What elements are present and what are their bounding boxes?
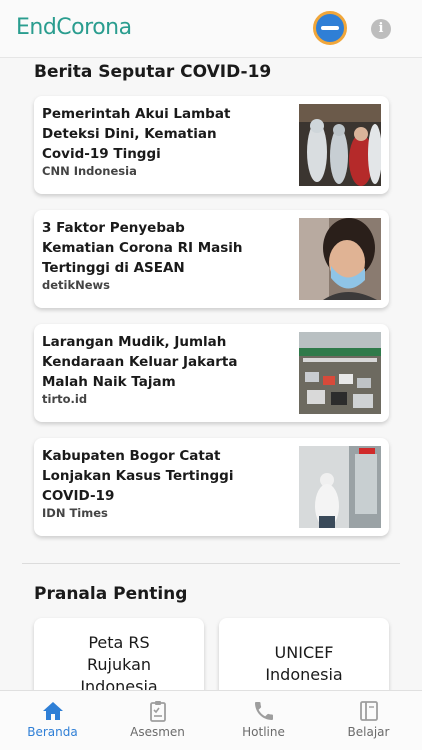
news-source: CNN Indonesia [42,164,137,178]
news-card[interactable]: Larangan Mudik, Jumlah Kendaraan Keluar … [34,324,389,422]
news-thumbnail [299,104,381,186]
phone-icon [254,702,273,720]
nav-item-hotline[interactable]: Hotline [211,691,316,750]
news-source: detikNews [42,278,111,292]
book-icon [359,701,378,721]
news-thumbnail [299,446,381,528]
news-title: 3 Faktor Penyebab Kematian Corona RI Mas… [42,220,243,276]
news-title: Pemerintah Akui Lambat Deteksi Dini, Kem… [42,106,231,162]
links-section-title: Pranala Penting [34,584,188,604]
language-button[interactable] [313,11,347,45]
nav-label: Asesmen [130,725,185,739]
link-label: UNICEF Indonesia [265,643,343,684]
section-divider [22,563,400,564]
news-card[interactable]: Kabupaten Bogor Catat Lonjakan Kasus Ter… [34,438,389,536]
news-title: Kabupaten Bogor Catat Lonjakan Kasus Ter… [42,448,234,504]
news-title: Larangan Mudik, Jumlah Kendaraan Keluar … [42,334,238,390]
home-icon [42,702,63,720]
info-button[interactable]: i [371,19,391,39]
bottom-nav: Beranda Asesmen Hotline Belajar [0,690,422,750]
nav-item-belajar[interactable]: Belajar [316,691,421,750]
news-thumbnail [299,332,381,414]
news-card[interactable]: Pemerintah Akui Lambat Deteksi Dini, Kem… [34,96,389,194]
nav-item-asesmen[interactable]: Asesmen [105,691,210,750]
language-flag-icon [321,26,339,30]
news-thumbnail [299,218,381,300]
app-logo: EndCorona [16,15,132,40]
link-label: Peta RS Rujukan Indonesia [80,633,158,696]
news-source: tirto.id [42,392,88,406]
nav-label: Hotline [242,725,285,739]
news-card[interactable]: 3 Faktor Penyebab Kematian Corona RI Mas… [34,210,389,308]
nav-item-beranda[interactable]: Beranda [0,691,105,750]
app-header: EndCorona i [0,0,422,58]
nav-label: Beranda [27,725,78,739]
news-source: IDN Times [42,506,108,520]
clipboard-icon [149,701,166,722]
news-section-title: Berita Seputar COVID-19 [34,62,272,82]
nav-label: Belajar [347,725,390,739]
